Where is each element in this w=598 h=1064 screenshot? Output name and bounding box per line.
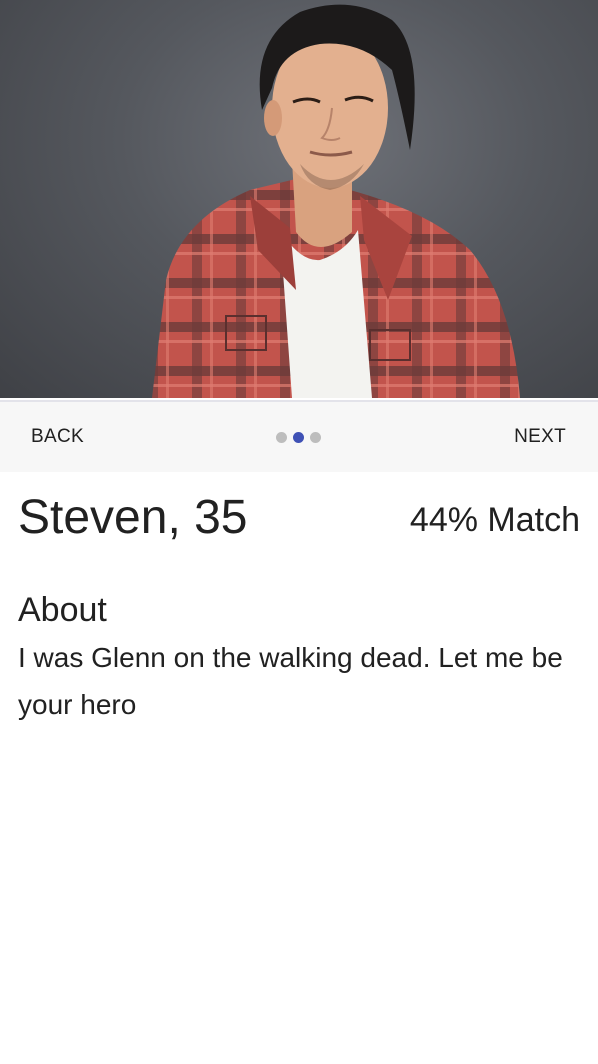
back-button[interactable]: BACK (17, 402, 98, 472)
match-percentage: 44% Match (409, 501, 580, 539)
step-dot (276, 432, 287, 443)
step-indicator (276, 432, 321, 444)
photo-stepper: BACK NEXT (0, 400, 598, 472)
profile-photo (0, 0, 598, 398)
profile-name-age: Steven, 35 (18, 491, 248, 544)
person-illustration (152, 4, 520, 398)
about-heading: About (18, 591, 107, 629)
step-dot (310, 432, 321, 443)
next-button[interactable]: NEXT (500, 402, 580, 472)
step-dot-active (293, 432, 304, 443)
about-text: I was Glenn on the walking dead. Let me … (18, 642, 563, 720)
